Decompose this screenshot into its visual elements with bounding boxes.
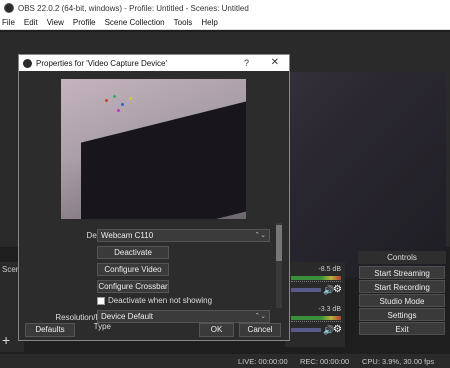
chevron-updown-icon: ⌃⌄ <box>254 232 266 239</box>
mixer-channel: -8.5 dB 🔊 ⚙ <box>287 264 343 302</box>
menu-profile[interactable]: Profile <box>73 18 96 27</box>
start-streaming-button[interactable]: Start Streaming <box>359 266 445 279</box>
volume-meter <box>291 276 341 280</box>
menu-bar: File Edit View Profile Scene Collection … <box>0 16 450 30</box>
obs-logo-icon <box>4 3 14 13</box>
close-icon[interactable]: ✕ <box>271 57 279 68</box>
gear-icon[interactable]: ⚙ <box>333 324 342 335</box>
volume-meter <box>291 316 341 320</box>
menu-scene-collection[interactable]: Scene Collection <box>105 18 165 27</box>
camera-frame-stickers <box>101 93 141 117</box>
status-bar: LIVE: 00:00:00 REC: 00:00:00 CPU: 3.9%, … <box>0 354 450 368</box>
exit-button[interactable]: Exit <box>359 322 445 335</box>
obs-logo-icon <box>23 58 32 68</box>
menu-edit[interactable]: Edit <box>24 18 38 27</box>
window-title-bar: OBS 22.0.2 (64-bit, windows) - Profile: … <box>0 0 450 16</box>
mixer-channel: -3.3 dB 🔊 ⚙ <box>287 304 343 342</box>
configure-crossbar-button[interactable]: Configure Crossbar <box>97 280 169 293</box>
deactivate-when-not-showing-checkbox[interactable]: Deactivate when not showing <box>97 296 212 305</box>
device-select[interactable]: Webcam C110 ⌃⌄ <box>97 229 270 242</box>
chevron-updown-icon: ⌃⌄ <box>254 313 266 320</box>
camera-preview <box>61 79 246 219</box>
rec-status: REC: 00:00:00 <box>300 357 350 366</box>
device-select-value: Webcam C110 <box>101 231 154 240</box>
help-button[interactable]: ? <box>244 58 249 68</box>
controls-dock: Controls Start Streaming Start Recording… <box>358 251 446 341</box>
volume-slider[interactable] <box>291 328 321 332</box>
audio-mixer: -8.5 dB 🔊 ⚙ -3.3 dB 🔊 ⚙ <box>285 262 345 347</box>
resolution-select[interactable]: Device Default ⌃⌄ <box>97 310 270 323</box>
ok-button[interactable]: OK <box>199 323 234 337</box>
studio-mode-button[interactable]: Studio Mode <box>359 294 445 307</box>
deactivate-button[interactable]: Deactivate <box>97 246 169 259</box>
mixer-db-readout: -3.3 dB <box>318 306 341 313</box>
volume-slider[interactable] <box>291 288 321 292</box>
scrollbar-thumb[interactable] <box>276 225 282 261</box>
menu-view[interactable]: View <box>47 18 64 27</box>
gear-icon[interactable]: ⚙ <box>333 284 342 295</box>
defaults-button[interactable]: Defaults <box>25 323 75 337</box>
dialog-title: Properties for 'Video Capture Device' <box>36 58 167 68</box>
cpu-status: CPU: 3.9%, 30.00 fps <box>362 357 435 366</box>
mixer-db-readout: -8.5 dB <box>318 266 341 273</box>
checkbox-label: Deactivate when not showing <box>108 296 213 305</box>
live-status: LIVE: 00:00:00 <box>238 357 288 366</box>
add-scene-button[interactable]: + <box>2 332 10 348</box>
menu-tools[interactable]: Tools <box>174 18 193 27</box>
cancel-button[interactable]: Cancel <box>239 323 281 337</box>
menu-help[interactable]: Help <box>201 18 217 27</box>
controls-header: Controls <box>358 251 446 264</box>
properties-scrollbar[interactable] <box>276 223 282 308</box>
configure-video-button[interactable]: Configure Video <box>97 263 169 276</box>
properties-dialog: Properties for 'Video Capture Device' ? … <box>18 54 290 341</box>
resolution-select-value: Device Default <box>101 312 154 321</box>
window-title: OBS 22.0.2 (64-bit, windows) - Profile: … <box>18 3 249 13</box>
start-recording-button[interactable]: Start Recording <box>359 280 445 293</box>
menu-file[interactable]: File <box>2 18 15 27</box>
settings-button[interactable]: Settings <box>359 308 445 321</box>
checkbox-icon[interactable] <box>97 296 105 305</box>
